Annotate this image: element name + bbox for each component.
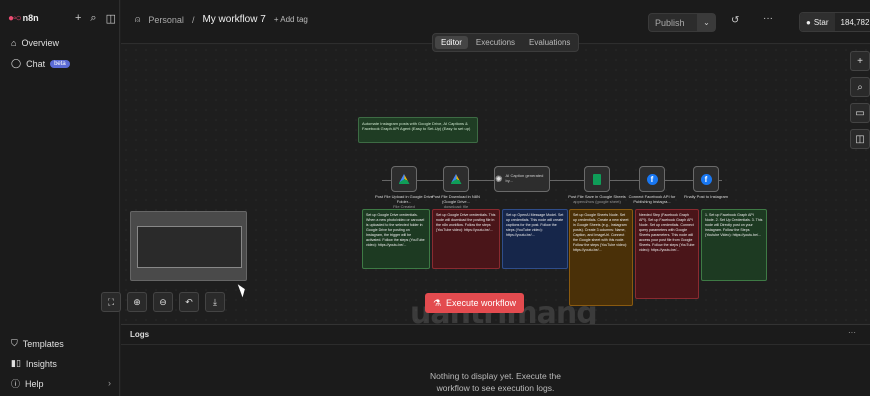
- sticky-note[interactable]: Set up Google Sheets Node. Set up creden…: [569, 209, 633, 306]
- empty-line: workflow to see execution logs.: [436, 382, 555, 393]
- chevron-down-icon[interactable]: ⌄: [697, 14, 715, 31]
- help-icon: ⓘ: [11, 379, 21, 389]
- n8n-logo-icon: ●◦○: [8, 12, 22, 24]
- sidebar-item-help[interactable]: ⓘ Help: [11, 377, 111, 390]
- sidebar: ●◦○ n8n + ⌕ ◫ ⌂ Overview ◯ Chat beta ⛉ T…: [0, 0, 120, 396]
- undo-icon[interactable]: ↶: [179, 292, 199, 312]
- sticky-note-title[interactable]: Automate Instagram posts with Google Dri…: [358, 117, 478, 143]
- node-instagram-post[interactable]: f: [693, 166, 719, 192]
- github-icon: ●: [806, 17, 811, 27]
- minimap[interactable]: [130, 211, 247, 281]
- chevron-right-icon[interactable]: ›: [108, 378, 111, 388]
- sidebar-item-insights[interactable]: ▮▯ Insights: [11, 358, 57, 369]
- canvas-side-tools: + ⌕ ▭ ◫: [850, 51, 870, 149]
- search-icon[interactable]: ⌕: [90, 12, 96, 25]
- star-count: 184,782: [834, 13, 870, 31]
- canvas-controls: ⛶ ⊕ ⊖ ↶ ⤓: [101, 292, 225, 312]
- n8n-logo[interactable]: ●◦○ n8n: [8, 13, 39, 24]
- openai-icon: ✺: [495, 173, 503, 184]
- node-label: Post File Download in N8N (Google Drive.…: [426, 194, 486, 210]
- sticky-note-icon[interactable]: ▭: [850, 103, 870, 123]
- sticky-note[interactable]: Needed Step (Facebook Graph API). Set up…: [635, 209, 699, 299]
- sidebar-item-chat[interactable]: ◯ Chat beta: [11, 58, 70, 69]
- logs-panel: Logs ··· Nothing to display yet. Execute…: [121, 324, 870, 396]
- facebook-icon: f: [700, 173, 712, 185]
- sticky-note[interactable]: Set up Google Drive credentials. This no…: [432, 209, 500, 269]
- insights-icon: ▮▯: [11, 358, 21, 368]
- sticky-note[interactable]: Set up Google Drive credentials. When a …: [362, 209, 430, 269]
- tidy-up-icon[interactable]: ⤓: [205, 292, 225, 312]
- node-label: Connect Facebook API for Publishing Inst…: [622, 194, 682, 204]
- logs-title[interactable]: Logs: [130, 330, 149, 339]
- tab-executions[interactable]: Executions: [470, 36, 521, 49]
- github-star-label: ● Star: [800, 13, 835, 31]
- beta-badge: beta: [50, 59, 70, 68]
- home-icon: ⌂: [11, 38, 17, 48]
- star-label: Star: [813, 17, 829, 27]
- more-icon[interactable]: ···: [763, 13, 773, 24]
- tab-editor[interactable]: Editor: [435, 36, 468, 49]
- zoom-out-icon[interactable]: ⊖: [153, 292, 173, 312]
- sidebar-item-templates[interactable]: ⛉ Templates: [11, 338, 64, 349]
- breadcrumb: ⍝ Personal / My workflow 7 + Add tag: [135, 14, 308, 25]
- github-star-button[interactable]: ● Star 184,782: [799, 12, 870, 32]
- person-icon: ⍝: [135, 14, 141, 24]
- execute-workflow-button[interactable]: ⚗ Execute workflow: [425, 293, 524, 313]
- view-tabs: Editor Executions Evaluations: [432, 33, 580, 52]
- node-drive-trigger[interactable]: [391, 166, 417, 192]
- publish-label: Publish: [655, 17, 685, 28]
- google-sheets-icon: [593, 173, 601, 185]
- workflow-name[interactable]: My workflow 7: [202, 14, 265, 25]
- node-title: Post File Upload in Google Drive Folder.…: [374, 194, 434, 205]
- facebook-icon: f: [646, 173, 658, 185]
- sidebar-item-overview[interactable]: ⌂ Overview: [11, 38, 59, 48]
- sticky-note[interactable]: 1. Set up Facebook Graph API Node. 2. Se…: [701, 209, 767, 281]
- minimap-viewport[interactable]: [137, 226, 242, 268]
- google-drive-icon: [398, 174, 410, 184]
- publish-button[interactable]: Publish ⌄: [648, 13, 716, 32]
- sidebar-item-label: Templates: [22, 338, 64, 349]
- node-facebook-connect[interactable]: f: [639, 166, 665, 192]
- search-icon[interactable]: ⌕: [850, 77, 870, 97]
- logo-text: n8n: [22, 13, 39, 23]
- more-icon[interactable]: ···: [848, 328, 856, 337]
- node-subtitle: append/row (google sheet): [573, 199, 621, 205]
- sidebar-item-label: Chat: [26, 58, 46, 69]
- logs-divider: [121, 344, 870, 345]
- breadcrumb-separator: /: [191, 14, 195, 25]
- node-title: Post File Download in N8N (Google Drive.…: [432, 194, 480, 205]
- add-node-icon[interactable]: +: [850, 51, 870, 71]
- node-title: Finally Post to Instagram: [683, 194, 729, 199]
- empty-line: Nothing to display yet. Execute the: [430, 371, 561, 381]
- flask-icon: ⚗: [432, 297, 442, 308]
- sidebar-item-label: Overview: [21, 38, 59, 48]
- logs-empty-state: Nothing to display yet. Execute the work…: [121, 371, 870, 395]
- node-title: Connect Facebook API for Publishing Inst…: [628, 194, 676, 205]
- connection-line: [382, 180, 722, 181]
- node-drive-download[interactable]: [443, 166, 469, 192]
- tab-evaluations[interactable]: Evaluations: [523, 36, 576, 49]
- google-drive-icon: [450, 174, 462, 184]
- add-icon[interactable]: +: [75, 12, 81, 25]
- history-icon[interactable]: ↺: [731, 15, 739, 26]
- node-label: Post File Save in Google Sheets append/r…: [567, 194, 627, 204]
- panel-icon[interactable]: ◫: [850, 129, 870, 149]
- fit-view-icon[interactable]: ⛶: [101, 292, 121, 312]
- templates-icon: ⛉: [11, 338, 18, 348]
- node-ai-caption[interactable]: ✺ AI Caption generated by...: [494, 166, 550, 192]
- execute-label: Execute workflow: [446, 298, 517, 308]
- sticky-note[interactable]: Set up OpenAI Message Model. Set up cred…: [502, 209, 568, 269]
- node-google-sheets[interactable]: [584, 166, 610, 192]
- zoom-in-icon[interactable]: ⊕: [127, 292, 147, 312]
- panel-toggle-icon[interactable]: ◫: [106, 12, 116, 25]
- add-tag-button[interactable]: + Add tag: [274, 15, 308, 24]
- sidebar-header: ●◦○ n8n + ⌕ ◫: [8, 9, 116, 27]
- node-label: Post File Upload in Google Drive Folder.…: [374, 194, 434, 210]
- chat-icon: ◯: [11, 58, 22, 68]
- project-link[interactable]: Personal: [148, 15, 184, 25]
- node-inline-label: AI Caption generated by...: [505, 173, 544, 183]
- node-label: Finally Post to Instagram: [676, 194, 736, 199]
- sidebar-item-label: Help: [25, 378, 44, 389]
- sidebar-item-label: Insights: [25, 358, 57, 369]
